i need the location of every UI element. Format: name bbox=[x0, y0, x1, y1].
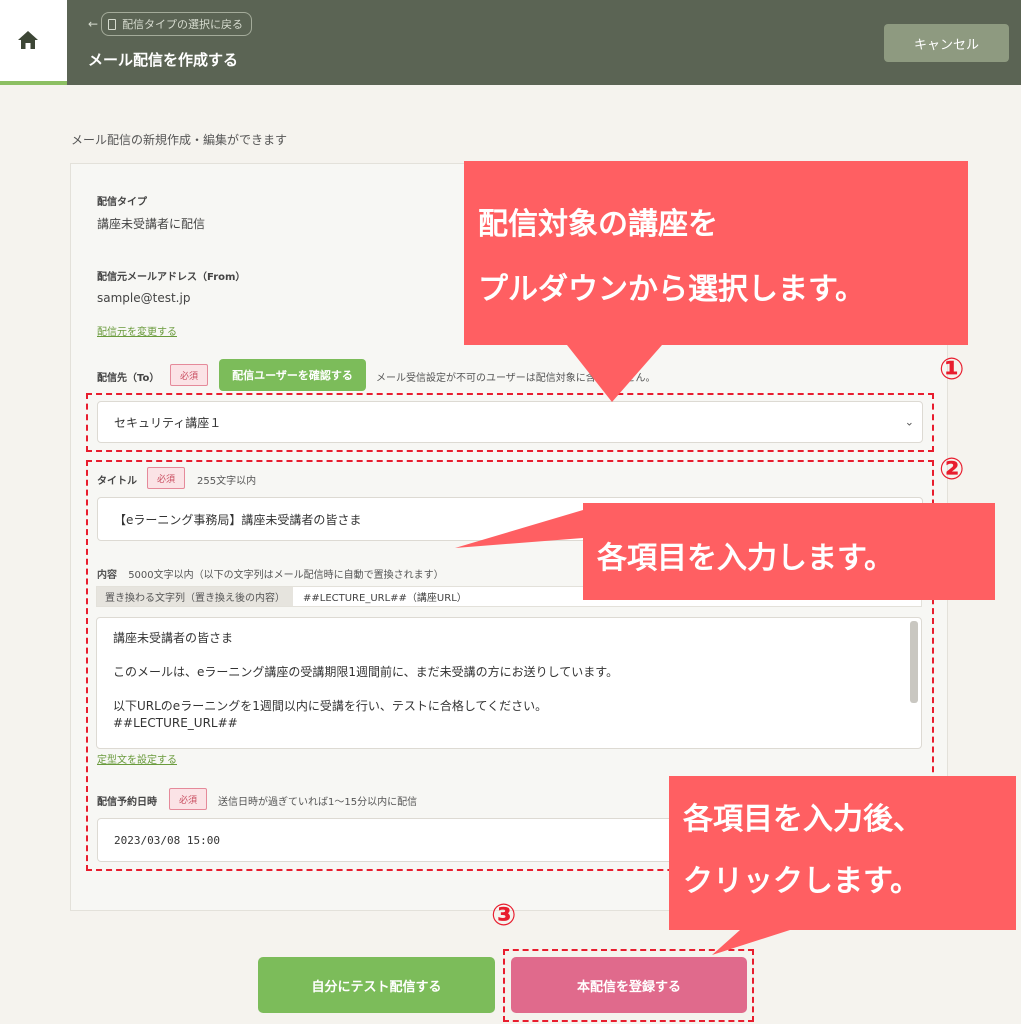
callout3-pointer bbox=[712, 930, 790, 955]
callout1-line2: プルダウンから選択します。 bbox=[478, 272, 865, 307]
callout2-text: 各項目を入力します。 bbox=[597, 541, 894, 576]
callout-click-register: 各項目を入力後、 クリックします。 bbox=[669, 776, 1016, 930]
callout3-line1: 各項目を入力後、 bbox=[683, 802, 923, 837]
callout3-line2: クリックします。 bbox=[683, 864, 920, 899]
callout1-pointer bbox=[567, 345, 662, 402]
callout1-line1: 配信対象の講座を bbox=[478, 207, 718, 242]
callout-input-fields: 各項目を入力します。 bbox=[583, 503, 995, 600]
callout2-pointer bbox=[455, 510, 583, 548]
callout-select-course: 配信対象の講座を プルダウンから選択します。 bbox=[464, 161, 968, 345]
